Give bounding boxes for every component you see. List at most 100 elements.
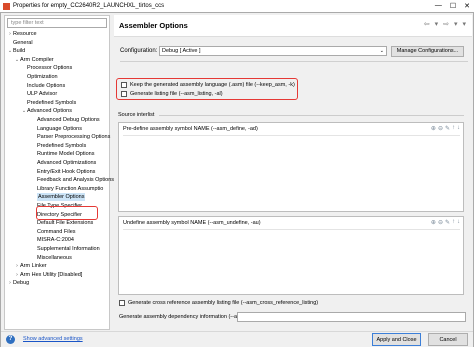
maximize-button[interactable]: ☐	[450, 2, 456, 10]
tree-item-label: Advanced Optimizations	[37, 160, 97, 166]
cancel-button[interactable]: Cancel	[428, 333, 468, 346]
cross-ref-label: Generate cross reference assembly listin…	[128, 300, 319, 306]
window-title: Properties for empty_CC2640R2_LAUNCHXL_t…	[13, 3, 165, 9]
cross-ref-checkbox[interactable]	[119, 300, 125, 306]
tree-item[interactable]: Optimization	[21, 73, 58, 81]
move-up-icon[interactable]: ↑	[452, 125, 455, 132]
tree-item[interactable]: › Debug	[7, 279, 29, 287]
move-down-icon[interactable]: ↓	[457, 219, 460, 226]
tree-item-label: Debug	[13, 280, 30, 287]
tree-item[interactable]: ULP Advisor	[21, 90, 57, 98]
tree-item[interactable]: Parser Preprocessing Options	[31, 133, 110, 141]
manage-configurations-button[interactable]: Manage Configurations...	[391, 45, 464, 57]
tree-item-label: Arm Compiler	[20, 56, 54, 63]
button-bar: ? Show advanced settings Apply and Close…	[1, 331, 473, 347]
tree-item-label: Include Options	[27, 82, 66, 89]
tree-item[interactable]: ⌄ Build	[7, 47, 25, 55]
page-title: Assembler Options	[119, 21, 188, 30]
tree-item[interactable]: Advanced Debug Options	[31, 116, 100, 124]
tree-item[interactable]: Command Files	[31, 228, 76, 236]
nav-buttons: ⇦ ▾ ⇨ ▾ ▾	[424, 20, 466, 28]
minimize-button[interactable]: —	[435, 2, 442, 10]
tree-item[interactable]: Library Function Assumptio	[31, 185, 103, 193]
tree-item[interactable]: Entry/Exit Hook Options	[31, 168, 95, 176]
tree-item-label: Command Files	[37, 228, 76, 235]
tree-item[interactable]: Feedback and Analysis Options	[31, 176, 114, 184]
forward-menu-icon[interactable]: ▾	[454, 20, 458, 28]
tree-item[interactable]: General	[7, 39, 33, 47]
undefine-list-body[interactable]	[123, 229, 460, 291]
back-arrow-icon[interactable]: ⇦	[424, 20, 430, 28]
dependency-input[interactable]	[237, 311, 466, 322]
tree-item[interactable]: Default File Extensions	[31, 219, 93, 227]
tree-item-label: Advanced Debug Options	[37, 117, 100, 123]
tree-item[interactable]: Include Options	[21, 82, 65, 90]
move-up-icon[interactable]: ↑	[452, 219, 455, 226]
tree-item[interactable]: ⌄ Advanced Options	[21, 107, 72, 115]
title-bar: Properties for empty_CC2640R2_LAUNCHXL_t…	[0, 0, 474, 12]
keep-asm-option[interactable]: Keep the generated assembly language (.a…	[121, 82, 295, 88]
show-advanced-settings-link[interactable]: Show advanced settings	[23, 336, 83, 342]
cross-ref-option[interactable]: Generate cross reference assembly listin…	[119, 300, 318, 306]
tree-item[interactable]: Runtime Model Options	[31, 150, 94, 158]
gen-listing-label: Generate listing file (--asm_listing, -a…	[130, 91, 223, 97]
tree-item-label: Supplemental Information	[37, 246, 100, 252]
help-icon[interactable]: ?	[6, 335, 15, 344]
tree-item[interactable]: Miscellaneous	[31, 254, 72, 262]
tree-item[interactable]: › Arm Linker	[14, 262, 46, 270]
view-menu-icon[interactable]: ▾	[462, 20, 466, 28]
tree-item[interactable]: › Arm Hex Utility [Disabled]	[14, 271, 82, 279]
tree-item[interactable]: Supplemental Information	[31, 245, 100, 253]
keep-asm-checkbox[interactable]	[121, 82, 127, 88]
tree-item-label: General	[13, 39, 33, 46]
tree-item-label: Arm Hex Utility [Disabled]	[20, 271, 83, 278]
tree-item[interactable]: Predefined Symbols	[21, 99, 76, 107]
configuration-row: Configuration: Debug [ Active ] ⌄ Manage…	[120, 45, 470, 57]
close-button[interactable]: ✕	[464, 2, 470, 10]
gen-listing-checkbox[interactable]	[121, 91, 127, 97]
predefine-list[interactable]: Pre-define assembly symbol NAME (--asm_d…	[118, 122, 464, 212]
filter-input[interactable]: type filter text	[7, 18, 107, 28]
predefine-list-body[interactable]	[123, 135, 460, 208]
apply-and-close-button[interactable]: Apply and Close	[372, 333, 421, 346]
gen-listing-option[interactable]: Generate listing file (--asm_listing, -a…	[121, 91, 223, 97]
forward-arrow-icon[interactable]: ⇨	[443, 20, 449, 28]
tree-item[interactable]: Language Options	[31, 125, 82, 133]
tree-item-label: Miscellaneous	[37, 254, 72, 261]
tree-item[interactable]: Advanced Optimizations	[31, 159, 96, 167]
tree-item-label: Language Options	[37, 125, 82, 132]
delete-icon[interactable]: ⊖	[438, 125, 443, 132]
tree-item[interactable]: Assembler Options	[31, 193, 86, 202]
tree-item-label: Runtime Model Options	[37, 151, 95, 158]
dependency-row: Generate assembly dependency information…	[118, 311, 468, 322]
tree-item-label: Optimization	[27, 74, 58, 80]
tree-panel: type filter text › Resource General ⌄ Build ⌄…	[4, 15, 114, 330]
undefine-list[interactable]: Undefine assembly symbol NAME (--asm_und…	[118, 216, 464, 295]
window-controls: — ☐ ✕	[435, 2, 470, 10]
chevron-down-icon: ⌄	[379, 48, 384, 54]
move-down-icon[interactable]: ↓	[457, 125, 460, 132]
delete-icon[interactable]: ⊖	[438, 219, 443, 226]
add-icon[interactable]: ⊕	[431, 125, 436, 132]
predefine-toolbar: ⊕ ⊖ ✎ ↑ ↓	[431, 125, 460, 132]
tree-item[interactable]: MISRA-C:2004	[31, 236, 74, 244]
page-header: Assembler Options ⇦ ▾ ⇨ ▾ ▾	[114, 15, 472, 37]
tree-item[interactable]: › Resource	[7, 30, 36, 38]
edit-icon[interactable]: ✎	[445, 125, 450, 132]
tree-item[interactable]: Processor Options	[21, 64, 72, 72]
tree-item-label: Library Function Assumptio	[37, 185, 104, 192]
tree-item[interactable]: Predefined Symbols	[31, 142, 86, 150]
source-interlist-divider	[159, 115, 464, 116]
add-icon[interactable]: ⊕	[431, 219, 436, 226]
predefine-header: Pre-define assembly symbol NAME (--asm_d…	[123, 126, 258, 132]
separator	[120, 61, 468, 62]
panel-splitter[interactable]	[111, 15, 113, 330]
configuration-select[interactable]: Debug [ Active ] ⌄	[159, 46, 387, 56]
undefine-toolbar: ⊕ ⊖ ✎ ↑ ↓	[431, 219, 460, 226]
back-menu-icon[interactable]: ▾	[435, 20, 439, 28]
tree-item[interactable]: ⌄ Arm Compiler	[14, 56, 54, 64]
edit-icon[interactable]: ✎	[445, 219, 450, 226]
tree-item-label: Build	[13, 48, 26, 55]
configuration-value: Debug [ Active ]	[162, 48, 201, 54]
tree-item-label: Feedback and Analysis Options	[37, 177, 115, 184]
